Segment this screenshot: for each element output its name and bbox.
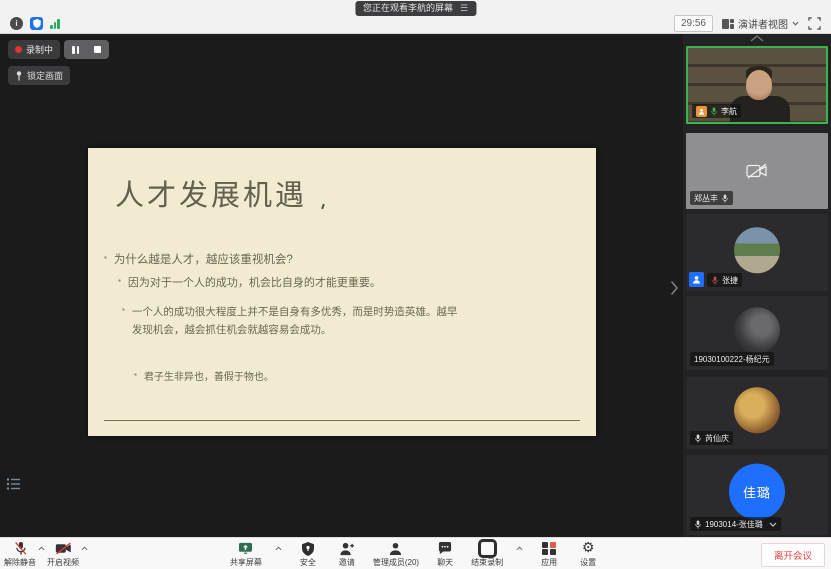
shared-screen-area: 人才发展机遇 ▪为什么越是人才，越应该重视机会? ▪因为对于一个人的成功，机会比… [0,33,683,538]
gear-icon: ⚙ [582,541,595,556]
mic-icon [694,520,702,529]
camera-off-icon [746,163,768,180]
recording-indicator: 录制中 [8,40,60,59]
participant-tile-zhangjialu[interactable]: 佳璐 1903014-张佳璐 [686,455,828,535]
meeting-info-icon[interactable]: i [10,17,23,30]
share-options-caret-icon[interactable] [275,546,282,551]
chat-button[interactable]: 聊天 [432,541,458,568]
stop-recording-button[interactable] [90,43,105,57]
participant-name: 1903014-张佳璐 [705,519,763,530]
invite-button[interactable]: 邀请 [334,541,360,568]
view-mode-label: 演讲者视图 [738,16,788,31]
invite-person-icon [339,541,354,556]
participant-name: 郑丛丰 [694,193,718,204]
participant-name: 19030100222-杨纪元 [694,354,770,365]
apps-button[interactable]: 应用 [536,541,562,568]
slide-bullet: ▪一个人的成功很大程度上并不是自身有多优秀，而是时势造英雄。越早发现机会，越会抓… [122,303,462,339]
participant-tile-lihang[interactable]: 李航 [686,46,828,124]
manage-members-button[interactable]: 管理成员(20) [373,541,419,568]
leave-meeting-button[interactable]: 离开会议 [761,543,825,567]
meeting-timer: 29:56 [674,15,713,32]
participants-sidebar: 李航 郑丛丰 [683,33,831,538]
slide-title: 人才发展机遇 [115,172,307,214]
participant-name: 芮仙庆 [705,433,729,444]
share-screen-icon [238,541,253,556]
co-host-badge-icon [689,272,704,287]
avatar [734,307,780,353]
mic-on-icon [710,107,718,116]
chevron-down-icon [792,21,799,26]
slide-bullet: ▪君子生非异也，善假于物也。 [134,368,274,383]
participant-name: 张捷 [722,275,738,286]
pointer-mark [321,204,325,209]
annotation-tools-icon[interactable] [6,477,21,491]
avatar [734,227,780,273]
security-button[interactable]: 安全 [295,541,321,568]
network-signal-icon [50,18,60,29]
meeting-protect-shield-icon[interactable] [30,17,43,30]
share-screen-button[interactable]: 共享屏幕 [230,541,262,568]
bottom-toolbar: 解除静音 开启视频 [0,537,831,569]
meeting-window: i 您正在观看李航的屏幕 ☰ 29:56 演讲者视图 人才发展机遇 [0,0,831,569]
watching-screen-pill[interactable]: 您正在观看李航的屏幕 ☰ [355,1,476,16]
avatar-initials-text: 佳璐 [743,482,771,501]
host-badge-icon [696,106,707,117]
pause-recording-button[interactable] [68,43,83,57]
slide-bullet: ▪为什么越是人才，越应该重视机会? [104,251,293,267]
top-bar: i 您正在观看李航的屏幕 ☰ 29:56 演讲者视图 [0,0,831,34]
end-recording-icon [478,541,497,556]
sidebar-collapse-chevron-icon[interactable] [750,35,764,42]
participant-tile-zhangjie[interactable]: 张捷 [686,214,828,291]
participant-tile-zhengcongfeng[interactable]: 郑丛丰 [686,133,828,209]
presentation-slide: 人才发展机遇 ▪为什么越是人才，越应该重视机会? ▪因为对于一个人的成功，机会比… [88,148,596,436]
lock-view-button[interactable]: 锁定画面 [8,66,70,85]
members-icon [389,541,402,556]
settings-button[interactable]: ⚙ 设置 [575,541,601,568]
mic-icon [694,434,702,443]
end-recording-button[interactable]: 结束录制 [471,541,503,568]
participant-tile-yangjiyuan[interactable]: 19030100222-杨纪元 [686,296,828,370]
recording-options-caret-icon[interactable] [516,546,523,551]
mic-icon [721,194,729,203]
apps-grid-icon [542,541,556,556]
recording-label: 录制中 [26,43,53,56]
recording-dot-icon [15,46,22,53]
mic-muted-icon [711,276,719,285]
chat-bubble-icon [438,541,452,556]
pill-menu-icon[interactable]: ☰ [460,2,468,15]
pin-icon [15,71,23,81]
slide-bullet: ▪因为对于一个人的成功，机会比自身的才能更重要。 [118,274,381,290]
participant-name: 李航 [721,106,737,117]
participant-tile-ruixianqing[interactable]: 芮仙庆 [686,377,828,449]
sidebar-expand-chevron-icon[interactable] [670,280,679,296]
avatar [734,387,780,433]
view-mode-selector[interactable]: 演讲者视图 [722,16,799,31]
lock-view-label: 锁定画面 [27,69,63,82]
chevron-down-icon[interactable] [769,522,777,527]
security-shield-icon [302,541,314,556]
layout-icon [722,19,734,29]
watching-screen-text: 您正在观看李航的屏幕 [363,2,453,15]
fullscreen-icon[interactable] [808,17,821,30]
slide-divider [104,420,580,421]
avatar-initials: 佳璐 [729,464,785,520]
